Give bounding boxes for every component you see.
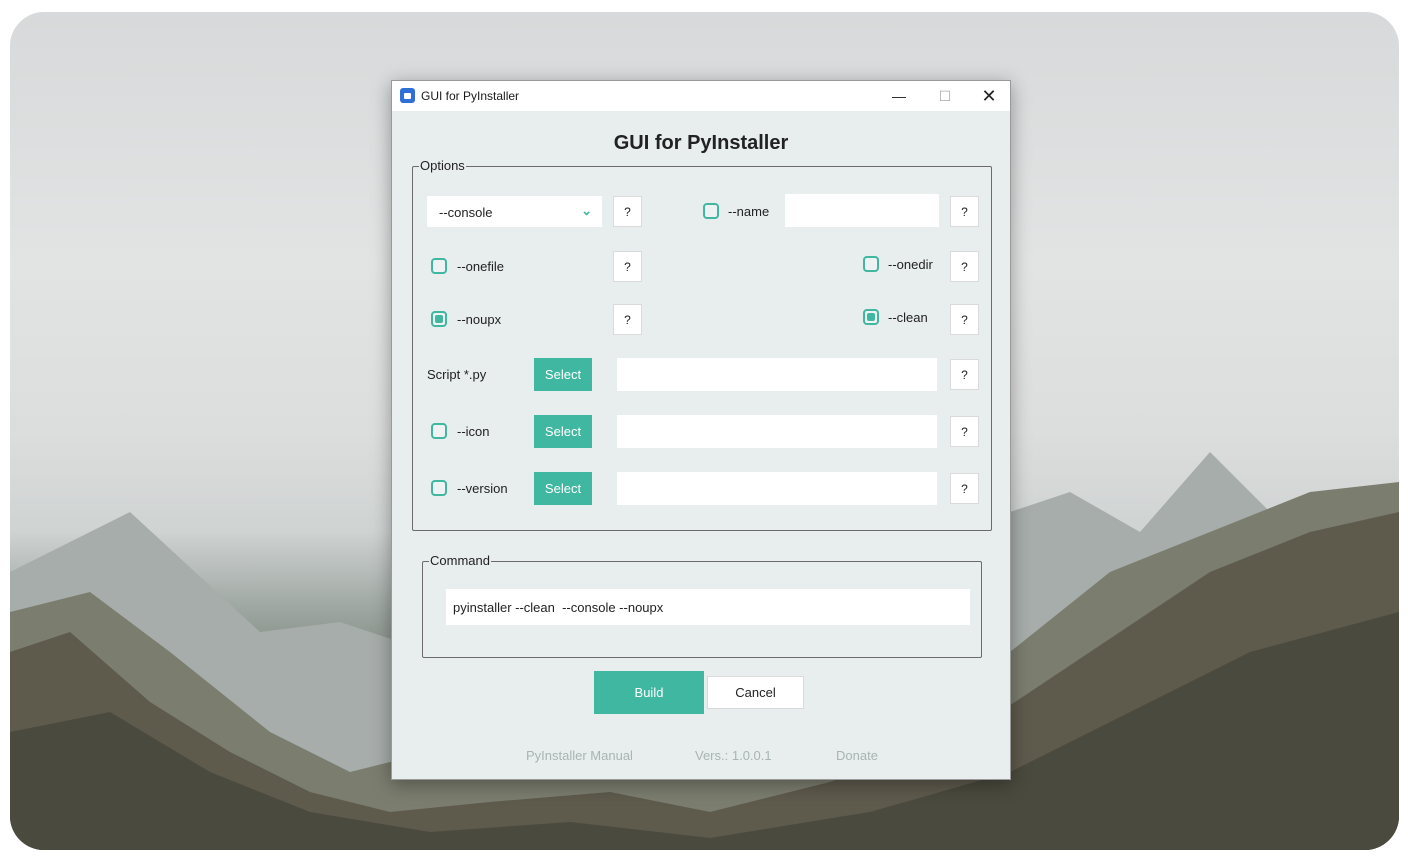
name-help-button[interactable]: ?: [950, 196, 979, 227]
noupx-checkbox[interactable]: [431, 311, 447, 327]
clean-checkbox[interactable]: [863, 309, 879, 325]
clean-help-button[interactable]: ?: [950, 304, 979, 335]
close-button[interactable]: ✕: [966, 81, 1012, 111]
command-group-title: Command: [429, 553, 491, 568]
options-group-title: Options: [419, 158, 466, 173]
name-label: --name: [728, 204, 770, 219]
version-checkbox[interactable]: [431, 480, 447, 496]
version-select-button[interactable]: Select: [534, 472, 592, 505]
console-mode-value: --console: [439, 205, 493, 220]
name-input[interactable]: [785, 194, 939, 227]
minimize-button[interactable]: —: [876, 81, 922, 111]
page-title: GUI for PyInstaller: [613, 132, 789, 154]
onedir-help-button[interactable]: ?: [950, 251, 979, 282]
script-help-button[interactable]: ?: [950, 359, 979, 390]
script-path-input[interactable]: [617, 358, 937, 391]
noupx-label: --noupx: [457, 312, 502, 327]
app-window: GUI for PyInstaller — ☐ ✕ GUI for PyInst…: [391, 80, 1011, 780]
title-bar: GUI for PyInstaller — ☐ ✕: [392, 81, 1010, 111]
name-checkbox[interactable]: [703, 203, 719, 219]
version-text: Vers.: 1.0.0.1: [695, 748, 772, 763]
version-label: --version: [457, 481, 508, 496]
onedir-checkbox[interactable]: [863, 256, 879, 272]
maximize-button[interactable]: ☐: [922, 81, 968, 111]
onefile-help-button[interactable]: ?: [613, 251, 642, 282]
script-label: Script *.py: [427, 367, 487, 382]
onefile-label: --onefile: [457, 259, 504, 274]
donate-link[interactable]: Donate: [836, 748, 878, 763]
onefile-checkbox[interactable]: [431, 258, 447, 274]
app-icon: [400, 88, 415, 103]
chevron-down-icon: ⌄: [581, 203, 592, 218]
icon-path-input[interactable]: [617, 415, 937, 448]
version-path-input[interactable]: [617, 472, 937, 505]
build-button[interactable]: Build: [594, 671, 704, 714]
noupx-help-button[interactable]: ?: [613, 304, 642, 335]
command-input[interactable]: pyinstaller --clean --console --noupx: [446, 589, 970, 625]
console-mode-select[interactable]: --console ⌄: [427, 196, 602, 227]
console-help-button[interactable]: ?: [613, 196, 642, 227]
window-title: GUI for PyInstaller: [421, 89, 520, 103]
clean-label: --clean: [888, 310, 928, 325]
cancel-button[interactable]: Cancel: [707, 676, 804, 709]
version-help-button[interactable]: ?: [950, 473, 979, 504]
icon-help-button[interactable]: ?: [950, 416, 979, 447]
script-select-button[interactable]: Select: [534, 358, 592, 391]
icon-checkbox[interactable]: [431, 423, 447, 439]
onedir-label: --onedir: [888, 257, 933, 272]
icon-select-button[interactable]: Select: [534, 415, 592, 448]
pyinstaller-manual-link[interactable]: PyInstaller Manual: [526, 748, 633, 763]
icon-label: --icon: [457, 424, 490, 439]
